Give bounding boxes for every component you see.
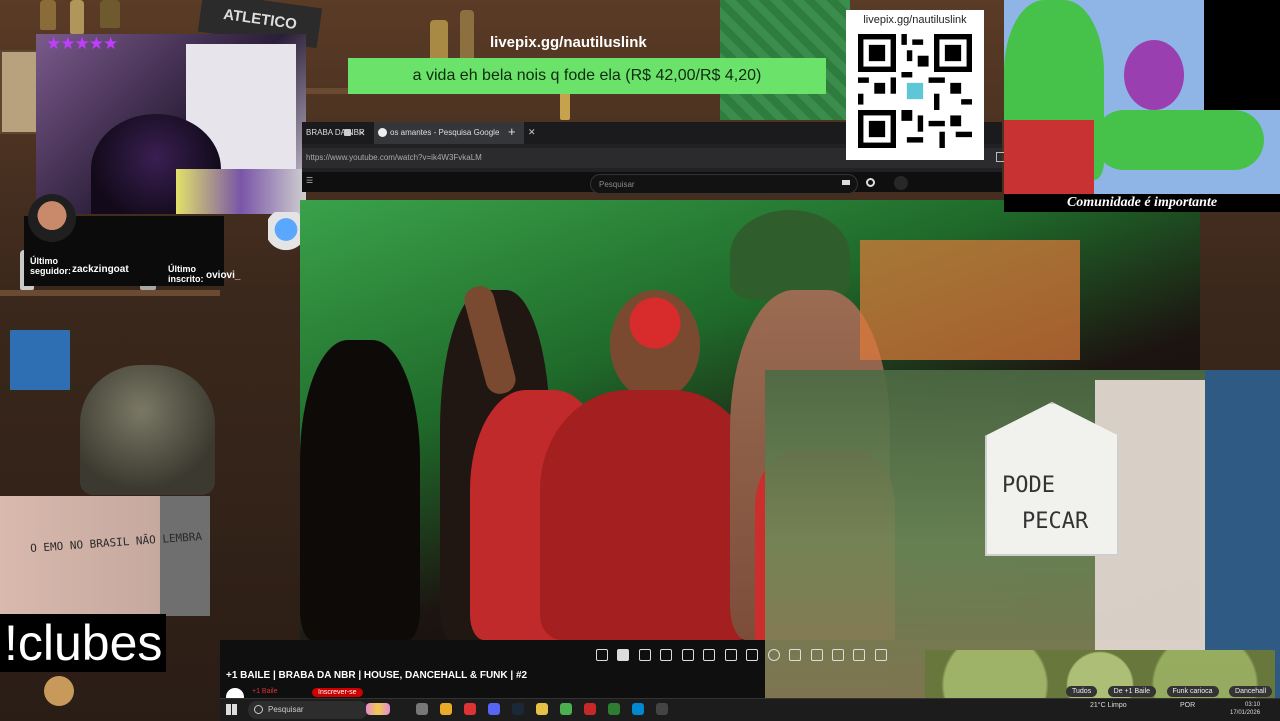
tab-braba-da-nbr[interactable]: BRABA DA NBR [306,122,366,144]
search-icon [254,705,263,714]
last-sub-label: Último inscrito: [168,264,204,284]
app-icon[interactable] [632,703,644,715]
qr-url: livepix.gg/nautiluslink [863,14,967,26]
rating-stars: ★★★★★ [46,34,118,53]
pix-url: livepix.gg/nautiluslink [490,34,647,51]
orange-light [860,240,1080,360]
bottle [40,0,56,30]
poster [0,50,38,134]
chip-dancehall[interactable]: Dancehall [1229,686,1273,697]
filter-icon[interactable] [831,648,844,661]
black-shape [1204,0,1280,110]
bottle [100,0,120,28]
crowd-silhouette [300,340,420,640]
taskbar-clock[interactable]: 03:10 17/01/2026 [1230,701,1260,717]
qr-code-icon [858,34,972,148]
obs-icon[interactable] [584,703,596,715]
last-follower-label: Último seguidor: [30,256,72,276]
youtube-search-input[interactable]: Pesquisar [590,174,858,194]
chip-all[interactable]: Tudos [1066,686,1098,697]
tulips-icon [366,703,390,715]
camera-icon[interactable] [853,648,866,661]
stop-icon[interactable] [617,648,630,661]
app-icon[interactable] [656,703,668,715]
chip-channel[interactable]: De +1 Baile [1107,686,1157,697]
red-tie [1004,120,1094,194]
camo-cap [730,210,850,300]
sheets-icon[interactable] [608,703,620,715]
chip-funk[interactable]: Funk carioca [1166,686,1219,697]
cartoon-image [1004,0,1280,212]
chrome-icon[interactable] [440,703,452,715]
recommendation-chips: Tudos De +1 Baile Funk carioca Dancehall [1066,680,1278,698]
donation-message: a vida eh bela nois q fode ela (R$ 42,00… [348,58,826,94]
calendar-icon[interactable] [681,648,694,661]
hooded-figure [80,365,215,495]
new-tab-button[interactable]: + [508,124,516,139]
task-view-icon[interactable] [416,703,428,715]
settings-icon[interactable] [874,648,887,661]
sign-line-1: PODE [1002,473,1055,498]
audio-icon[interactable] [638,648,651,661]
last-sub-name: oviovi_ [206,270,241,281]
windows-taskbar: Pesquisar 21°C Limpo POR 03:10 17/01/202… [220,698,1280,721]
player-controls [596,646,896,662]
tab-google-search-label: os amantes - Pesquisa Google [390,128,500,137]
close-icon[interactable]: ✕ [528,127,536,138]
speaker-icon [344,129,351,136]
blue-crates [10,330,70,390]
wall-pipe [160,496,210,616]
caption-icon[interactable] [660,648,673,661]
discord-icon[interactable] [488,703,500,715]
mic-icon[interactable] [894,176,908,190]
close-icon[interactable]: ✕ [358,128,366,139]
graffiti-wall: O EMO NO BRASIL NÃO LEMBRA [0,496,210,616]
man-head [610,290,700,400]
keyboard-icon[interactable] [842,180,850,185]
purple-character [1124,40,1184,110]
language-indicator[interactable]: POR [1180,702,1195,709]
sign-text: PODE PECAR [1002,468,1112,540]
tab-google-search[interactable]: os amantes - Pesquisa Google [374,122,524,144]
community-caption: Comunidade é importante [1004,194,1280,212]
qr-code-panel: livepix.gg/nautiluslink [846,10,984,160]
shelf [0,290,220,296]
bottle [560,90,570,120]
bottle [70,0,84,34]
follower-bar: Último seguidor: zackzingoat Último insc… [24,194,240,286]
pip-icon[interactable] [724,648,737,661]
channel-name[interactable]: +1 Baile [252,688,278,695]
clock-date: 17/01/2026 [1230,710,1261,716]
chrome-active-icon[interactable] [560,703,572,715]
webcam-feed [36,34,306,214]
screenshot-icon[interactable] [789,648,802,661]
steam-icon[interactable] [512,703,524,715]
google-icon [378,128,387,137]
pixel-mascot [268,212,304,262]
green-hand [1094,110,1264,170]
folder-icon[interactable] [536,703,548,715]
weather-widget[interactable]: 21°C Limpo [1090,702,1127,709]
clubes-command: !clubes [0,614,167,672]
clock-time: 03:10 [1245,702,1261,708]
subscribe-button[interactable]: Inscrever-se [312,688,363,697]
sign-line-2: PECAR [1022,509,1089,534]
search-icon[interactable] [866,178,875,187]
vivaldi-icon[interactable] [464,703,476,715]
man-red-shirt [540,390,760,640]
webcam-desk [176,169,306,214]
speed-icon[interactable] [767,648,780,661]
last-follower-name: zackzingoat [72,264,129,275]
repeat-icon[interactable] [596,648,608,661]
loop-icon[interactable] [810,648,823,661]
menu-icon[interactable]: ☰ [306,176,313,185]
follower-avatar [28,194,76,242]
cartoon-hamster [44,676,74,706]
windows-start-icon[interactable] [226,704,237,715]
taskbar-search-input[interactable]: Pesquisar [248,701,368,719]
window-icon[interactable] [746,648,759,661]
image-icon[interactable] [703,648,716,661]
video-title: +1 BAILE | BRABA DA NBR | HOUSE, DANCEHA… [226,670,528,681]
